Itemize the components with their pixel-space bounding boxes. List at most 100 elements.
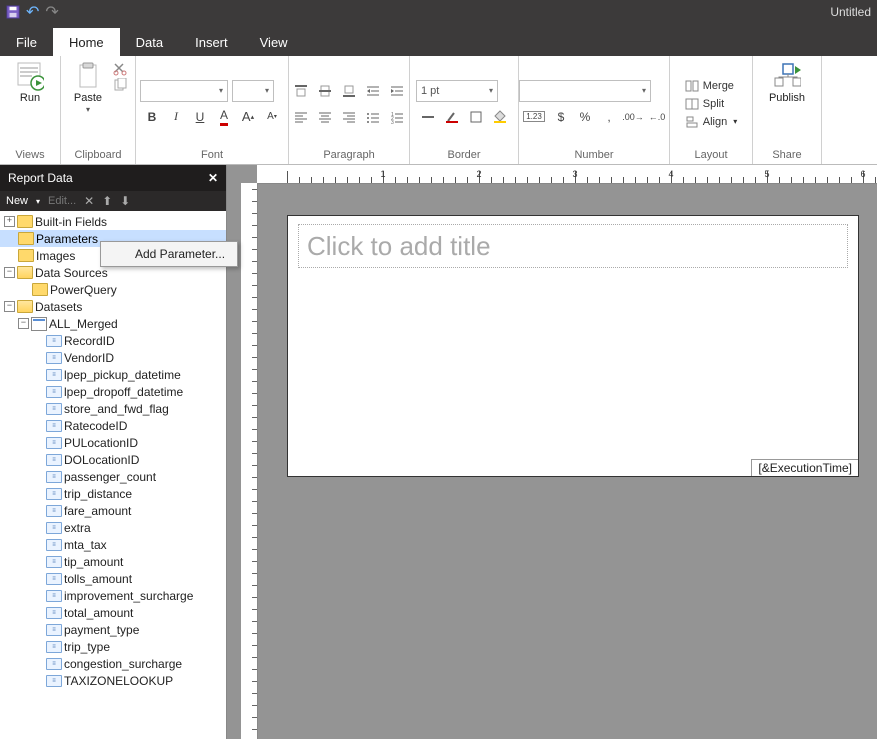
currency-button[interactable]: $ bbox=[549, 106, 573, 128]
align-top-button[interactable] bbox=[289, 80, 313, 102]
bold-button[interactable]: B bbox=[140, 106, 164, 128]
tab-insert[interactable]: Insert bbox=[179, 28, 244, 56]
split-button[interactable]: Split bbox=[681, 95, 728, 113]
undo-icon[interactable]: ↶ bbox=[26, 2, 39, 22]
border-width-combo[interactable]: 1 pt▾ bbox=[416, 80, 498, 102]
underline-button[interactable]: U bbox=[188, 106, 212, 128]
fill-color-button[interactable] bbox=[488, 106, 512, 128]
placeholder-button[interactable]: 1.23 bbox=[519, 106, 549, 128]
merge-button[interactable]: Merge bbox=[681, 77, 738, 95]
font-size-combo[interactable]: ▾ bbox=[232, 80, 274, 102]
execution-time-textbox[interactable]: [&ExecutionTime] bbox=[751, 459, 858, 476]
tree-powerquery[interactable]: PowerQuery bbox=[0, 281, 226, 298]
report-data-toolbar: New▾ Edit... ✕ ⬆ ⬇ bbox=[0, 191, 226, 211]
tree-field[interactable]: ≡fare_amount bbox=[0, 502, 226, 519]
ribbon-group-font: ▾ ▾ B I U A A▴ A▾ Font bbox=[136, 56, 289, 164]
context-menu: Add Parameter... bbox=[100, 241, 238, 267]
tree-datasets[interactable]: −Datasets bbox=[0, 298, 226, 315]
report-data-tree[interactable]: +Built-in Fields Parameters Images −Data… bbox=[0, 211, 226, 739]
tree-field[interactable]: ≡congestion_surcharge bbox=[0, 655, 226, 672]
align-middle-button[interactable] bbox=[313, 80, 337, 102]
align-left-button[interactable] bbox=[289, 106, 313, 128]
tree-builtin-fields[interactable]: +Built-in Fields bbox=[0, 213, 226, 230]
shrink-font-button[interactable]: A▾ bbox=[260, 106, 284, 128]
tab-file[interactable]: File bbox=[0, 28, 53, 56]
report-page[interactable]: Click to add title [&ExecutionTime] bbox=[287, 215, 859, 477]
close-icon[interactable]: ✕ bbox=[208, 171, 218, 185]
tree-field[interactable]: ≡RecordID bbox=[0, 332, 226, 349]
italic-button[interactable]: I bbox=[164, 106, 188, 128]
tree-field[interactable]: ≡passenger_count bbox=[0, 468, 226, 485]
save-icon[interactable] bbox=[6, 5, 20, 19]
numbering-button[interactable]: 123 bbox=[385, 106, 409, 128]
grow-font-button[interactable]: A▴ bbox=[236, 106, 260, 128]
tree-field[interactable]: ≡PULocationID bbox=[0, 434, 226, 451]
number-format-combo[interactable]: ▾ bbox=[519, 80, 651, 102]
quick-access-toolbar: ↶ ↷ bbox=[6, 2, 59, 22]
tree-field[interactable]: ≡tip_amount bbox=[0, 553, 226, 570]
bullets-button[interactable] bbox=[361, 106, 385, 128]
add-parameter-menu-item[interactable]: Add Parameter... bbox=[129, 245, 231, 263]
title-bar: ↶ ↷ Untitled bbox=[0, 0, 877, 24]
align-bottom-button[interactable] bbox=[337, 80, 361, 102]
tab-home[interactable]: Home bbox=[53, 28, 120, 56]
tree-field[interactable]: ≡RatecodeID bbox=[0, 417, 226, 434]
border-color-button[interactable] bbox=[440, 106, 464, 128]
tree-field[interactable]: ≡extra bbox=[0, 519, 226, 536]
decrease-decimal-button[interactable]: ←.0 bbox=[645, 106, 669, 128]
border-style-button[interactable] bbox=[416, 106, 440, 128]
tree-field[interactable]: ≡mta_tax bbox=[0, 536, 226, 553]
decrease-indent-button[interactable] bbox=[361, 80, 385, 102]
edit-button[interactable]: Edit... bbox=[48, 195, 76, 207]
move-down-icon[interactable]: ⬇ bbox=[120, 194, 130, 208]
chevron-down-icon: ▾ bbox=[86, 105, 90, 114]
paste-button[interactable]: Paste ▾ bbox=[67, 60, 109, 114]
new-dropdown[interactable]: New bbox=[6, 195, 28, 207]
tree-field[interactable]: ≡trip_type bbox=[0, 638, 226, 655]
tree-field[interactable]: ≡VendorID bbox=[0, 349, 226, 366]
font-family-combo[interactable]: ▾ bbox=[140, 80, 228, 102]
run-button[interactable]: Run bbox=[9, 60, 51, 104]
ribbon-group-layout: Merge Split Align▾ Layout bbox=[670, 56, 753, 164]
tree-field[interactable]: ≡store_and_fwd_flag bbox=[0, 400, 226, 417]
move-up-icon[interactable]: ⬆ bbox=[102, 194, 112, 208]
comma-button[interactable]: , bbox=[597, 106, 621, 128]
title-placeholder[interactable]: Click to add title bbox=[298, 224, 848, 268]
panel-title: Report Data bbox=[8, 171, 73, 185]
main-tabs: File Home Data Insert View bbox=[0, 24, 877, 56]
tree-field[interactable]: ≡tolls_amount bbox=[0, 570, 226, 587]
tree-field[interactable]: ≡TAXIZONELOOKUP bbox=[0, 672, 226, 689]
report-data-header: Report Data ✕ bbox=[0, 165, 226, 191]
delete-icon[interactable]: ✕ bbox=[84, 194, 94, 208]
tree-all-merged[interactable]: −ALL_Merged bbox=[0, 315, 226, 332]
align-button[interactable]: Align▾ bbox=[681, 113, 741, 131]
ribbon-group-share: Publish Share bbox=[753, 56, 822, 164]
ribbon-group-views: Run Views bbox=[0, 56, 61, 164]
ribbon-group-clipboard: Paste ▾ Clipboard bbox=[61, 56, 136, 164]
align-center-button[interactable] bbox=[313, 106, 337, 128]
tree-field[interactable]: ≡lpep_pickup_datetime bbox=[0, 366, 226, 383]
font-color-button[interactable]: A bbox=[212, 106, 236, 128]
design-surface[interactable]: 123456 Click to add title [&ExecutionTim… bbox=[227, 165, 877, 739]
border-preset-button[interactable] bbox=[464, 106, 488, 128]
ribbon-group-border: 1 pt▾ Border bbox=[410, 56, 519, 164]
tree-field[interactable]: ≡total_amount bbox=[0, 604, 226, 621]
copy-icon[interactable] bbox=[113, 78, 129, 92]
redo-icon[interactable]: ↷ bbox=[45, 2, 58, 22]
merge-icon bbox=[685, 79, 699, 93]
tree-field[interactable]: ≡payment_type bbox=[0, 621, 226, 638]
tab-view[interactable]: View bbox=[244, 28, 304, 56]
tree-field[interactable]: ≡trip_distance bbox=[0, 485, 226, 502]
publish-button[interactable]: Publish bbox=[766, 60, 808, 104]
paste-icon bbox=[74, 62, 102, 90]
tab-data[interactable]: Data bbox=[120, 28, 179, 56]
align-right-button[interactable] bbox=[337, 106, 361, 128]
tree-field[interactable]: ≡DOLocationID bbox=[0, 451, 226, 468]
increase-indent-button[interactable] bbox=[385, 80, 409, 102]
run-icon bbox=[16, 62, 44, 90]
increase-decimal-button[interactable]: .00→ bbox=[621, 106, 645, 128]
cut-icon[interactable] bbox=[113, 62, 129, 76]
percent-button[interactable]: % bbox=[573, 106, 597, 128]
tree-field[interactable]: ≡lpep_dropoff_datetime bbox=[0, 383, 226, 400]
tree-field[interactable]: ≡improvement_surcharge bbox=[0, 587, 226, 604]
